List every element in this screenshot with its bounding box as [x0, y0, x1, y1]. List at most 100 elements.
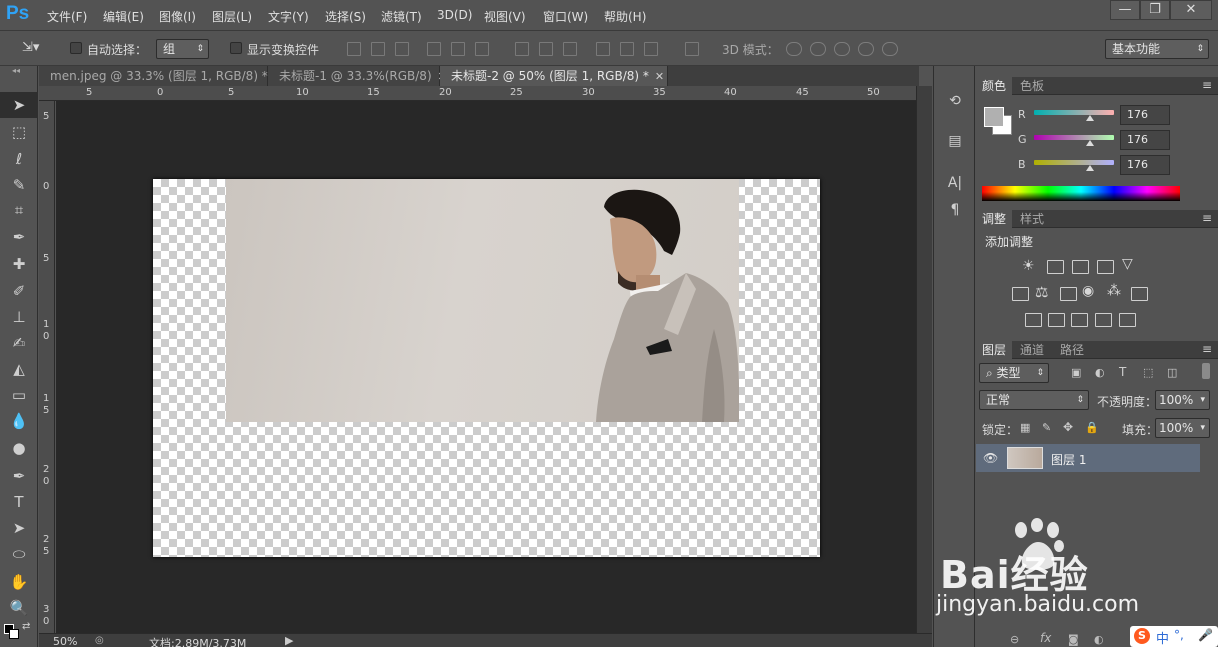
align-right-icon[interactable]: [475, 42, 489, 56]
blend-mode-dropdown[interactable]: 正常 ⇕: [979, 390, 1089, 410]
align-vcenter-icon[interactable]: [371, 42, 385, 56]
hue-saturation-icon[interactable]: [1012, 287, 1029, 301]
menu-window[interactable]: 窗口(W): [543, 8, 588, 25]
panel-menu-icon[interactable]: ≡: [1202, 211, 1212, 225]
photo-filter-icon[interactable]: ◉: [1082, 283, 1094, 299]
auto-select-checkbox[interactable]: [70, 42, 82, 54]
menu-select[interactable]: 选择(S): [325, 8, 366, 25]
menu-help[interactable]: 帮助(H): [604, 8, 646, 25]
r-slider[interactable]: [1034, 110, 1114, 115]
layer-name[interactable]: 图层 1: [1051, 451, 1086, 468]
tab-untitled-1[interactable]: 未标题-1 @ 33.3%(RGB/8)✕: [268, 66, 447, 86]
properties-panel-icon[interactable]: ▤: [944, 131, 966, 151]
menu-type[interactable]: 文字(Y): [268, 8, 309, 25]
menu-image[interactable]: 图像(I): [159, 8, 196, 25]
invert-icon[interactable]: [1025, 313, 1042, 327]
3d-rotate-icon[interactable]: [786, 42, 802, 56]
menu-layer[interactable]: 图层(L): [212, 8, 252, 25]
ime-toolbar[interactable]: S 中 °, 🎤: [1130, 626, 1218, 647]
distribute-right-icon[interactable]: [644, 42, 658, 56]
history-panel-icon[interactable]: ⟲: [944, 91, 966, 111]
menu-3d[interactable]: 3D(D): [437, 8, 472, 22]
lock-pixels-icon[interactable]: ✎: [1042, 421, 1051, 434]
layer-filter-dropdown[interactable]: ⌕ 类型 ⇕: [979, 363, 1049, 383]
healing-brush-tool-icon[interactable]: ✚: [0, 251, 38, 277]
filter-toggle-switch[interactable]: [1202, 363, 1210, 379]
minimize-button[interactable]: —: [1110, 0, 1140, 20]
eyedropper-tool-icon[interactable]: ✒: [0, 224, 38, 250]
hand-tool-icon[interactable]: ✋: [0, 569, 38, 595]
workspace-dropdown[interactable]: 基本功能 ⇕: [1105, 39, 1209, 59]
microphone-icon[interactable]: 🎤: [1198, 628, 1213, 642]
tab-men-jpeg[interactable]: men.jpeg @ 33.3% (图层 1, RGB/8) *✕: [39, 66, 283, 86]
posterize-icon[interactable]: [1048, 313, 1065, 327]
restore-button[interactable]: ❐: [1140, 0, 1170, 20]
menu-view[interactable]: 视图(V): [484, 8, 526, 25]
status-menu-arrow-icon[interactable]: ▶: [285, 634, 293, 647]
3d-slide-icon[interactable]: [858, 42, 874, 56]
brush-tool-icon[interactable]: ✐: [0, 278, 38, 304]
color-spectrum-ramp[interactable]: [982, 186, 1180, 201]
distribute-bottom-icon[interactable]: [563, 42, 577, 56]
close-button[interactable]: ✕: [1170, 0, 1212, 20]
gradient-tool-icon[interactable]: ▭: [0, 382, 38, 408]
brightness-contrast-icon[interactable]: ☀: [1022, 258, 1035, 274]
levels-icon[interactable]: [1047, 260, 1064, 274]
filter-pixel-icon[interactable]: ▣: [1071, 366, 1081, 379]
lasso-tool-icon[interactable]: ℓ: [0, 146, 38, 172]
blur-tool-icon[interactable]: 💧: [0, 408, 38, 434]
distribute-left-icon[interactable]: [596, 42, 610, 56]
type-tool-icon[interactable]: T: [0, 489, 38, 515]
distribute-vcenter-icon[interactable]: [539, 42, 553, 56]
character-panel-icon[interactable]: A|: [944, 173, 966, 193]
g-slider[interactable]: [1034, 135, 1114, 140]
tab-layers[interactable]: 图层: [976, 341, 1013, 359]
swap-colors-icon[interactable]: ⇄: [22, 621, 30, 632]
move-tool-icon[interactable]: ⇲▾: [22, 40, 39, 55]
paragraph-panel-icon[interactable]: ¶: [944, 200, 966, 220]
menu-filter[interactable]: 滤镜(T): [381, 8, 422, 25]
3d-scale-icon[interactable]: [882, 42, 898, 56]
vertical-scrollbar[interactable]: [916, 86, 932, 633]
eye-visibility-icon[interactable]: 👁: [983, 451, 998, 465]
quick-select-tool-icon[interactable]: ✎: [0, 172, 38, 198]
align-bottom-icon[interactable]: [395, 42, 409, 56]
distribute-top-icon[interactable]: [515, 42, 529, 56]
tab-styles[interactable]: 样式: [1014, 210, 1050, 228]
crop-tool-icon[interactable]: ⌗: [0, 197, 38, 223]
background-color-swatch[interactable]: [9, 629, 19, 639]
g-value-input[interactable]: 176: [1120, 130, 1170, 150]
r-slider-knob[interactable]: [1086, 115, 1094, 121]
add-mask-icon[interactable]: ◙: [1068, 633, 1079, 646]
tab-paths[interactable]: 路径: [1054, 341, 1090, 359]
panel-menu-icon[interactable]: ≡: [1202, 342, 1212, 356]
collapse-arrows-icon[interactable]: ◂◂: [12, 66, 20, 75]
clone-stamp-tool-icon[interactable]: ⊥: [0, 304, 38, 330]
exposure-icon[interactable]: [1097, 260, 1114, 274]
zoom-level[interactable]: 50%: [53, 635, 77, 647]
eraser-tool-icon[interactable]: ◭: [0, 356, 38, 382]
show-transform-checkbox[interactable]: [230, 42, 242, 54]
b-value-input[interactable]: 176: [1120, 155, 1170, 175]
ime-mode[interactable]: 中: [1156, 628, 1169, 647]
share-icon[interactable]: ◎: [95, 635, 104, 646]
color-lookup-icon[interactable]: [1131, 287, 1148, 301]
gradient-map-icon[interactable]: [1119, 313, 1136, 327]
3d-pan-icon[interactable]: [834, 42, 850, 56]
g-slider-knob[interactable]: [1086, 140, 1094, 146]
move-tool-icon[interactable]: ➤: [0, 92, 38, 118]
menu-file[interactable]: 文件(F): [47, 8, 87, 25]
black-white-icon[interactable]: [1060, 287, 1077, 301]
menu-edit[interactable]: 编辑(E): [103, 8, 144, 25]
panel-menu-icon[interactable]: ≡: [1202, 78, 1212, 92]
new-adjustment-layer-icon[interactable]: ◐: [1094, 633, 1104, 646]
filter-shape-icon[interactable]: ⬚: [1143, 366, 1153, 379]
b-slider[interactable]: [1034, 160, 1114, 165]
tab-channels[interactable]: 通道: [1014, 341, 1050, 359]
pen-tool-icon[interactable]: ✒: [0, 463, 38, 489]
foreground-color-swatch[interactable]: [984, 107, 1004, 127]
history-brush-tool-icon[interactable]: ✍: [0, 330, 38, 356]
layer-photo-man[interactable]: [226, 179, 739, 422]
path-select-tool-icon[interactable]: ➤: [0, 515, 38, 541]
lock-all-icon[interactable]: 🔒: [1085, 421, 1099, 434]
